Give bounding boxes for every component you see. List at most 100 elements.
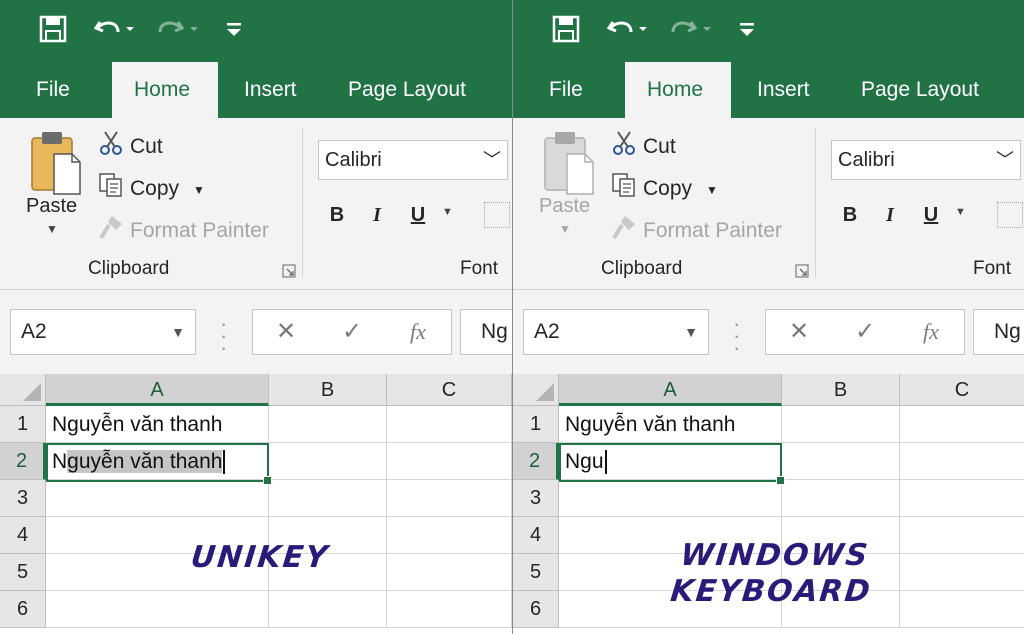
cell-c4[interactable] [900, 517, 1024, 554]
name-box-dropdown-icon[interactable]: ▼ [684, 310, 698, 354]
paste-dropdown-icon[interactable]: ▼ [559, 222, 571, 236]
bold-button[interactable]: B [835, 198, 865, 232]
underline-button[interactable]: U [403, 198, 433, 232]
clipboard-launcher-icon[interactable] [282, 264, 296, 278]
cancel-icon[interactable]: ✕ [261, 310, 311, 354]
cell-c1[interactable] [387, 406, 512, 443]
tab-insert[interactable]: Insert [735, 62, 832, 118]
row-header-5[interactable]: 5 [0, 554, 46, 591]
borders-icon[interactable] [997, 202, 1023, 228]
customize-toolbar-icon[interactable] [737, 14, 757, 48]
row-header-1[interactable]: 1 [513, 406, 559, 443]
cell-c3[interactable] [387, 480, 512, 517]
save-icon[interactable] [551, 14, 581, 48]
cell-b3[interactable] [269, 480, 387, 517]
row-header-4[interactable]: 4 [513, 517, 559, 554]
save-icon[interactable] [38, 14, 68, 48]
insert-function-icon[interactable]: fx [393, 310, 443, 354]
copy-button[interactable]: Copy ▼ [98, 172, 205, 202]
cell-c2[interactable] [900, 443, 1024, 480]
paste-icon[interactable] [28, 130, 84, 198]
cell-c5[interactable] [900, 554, 1024, 591]
undo-icon[interactable] [92, 14, 136, 48]
cell-b2[interactable] [782, 443, 900, 480]
select-all-button[interactable] [0, 374, 46, 406]
font-name-select[interactable]: Calibri ﹀ [318, 140, 508, 180]
row-header-4[interactable]: 4 [0, 517, 46, 554]
copy-dropdown-icon[interactable]: ▼ [706, 183, 718, 197]
customize-toolbar-icon[interactable] [224, 14, 244, 48]
fill-handle[interactable] [776, 476, 785, 485]
cell-a6[interactable] [46, 591, 269, 628]
cancel-icon[interactable]: ✕ [774, 310, 824, 354]
row-header-2[interactable]: 2 [0, 443, 46, 480]
paste-dropdown-icon[interactable]: ▼ [46, 222, 58, 236]
undo-icon[interactable] [605, 14, 649, 48]
row-header-6[interactable]: 6 [0, 591, 46, 628]
italic-button[interactable]: I [362, 198, 392, 232]
format-painter-button[interactable]: Format Painter [98, 214, 269, 244]
cell-a1[interactable]: Nguyễn văn thanh [46, 406, 269, 443]
row-header-3[interactable]: 3 [0, 480, 46, 517]
paste-button[interactable]: Paste [539, 195, 590, 218]
column-header-b[interactable]: B [269, 374, 387, 406]
cell-c4[interactable] [387, 517, 512, 554]
formula-input[interactable]: Ng [460, 309, 512, 355]
underline-dropdown-icon[interactable]: ▼ [442, 206, 453, 218]
tab-page-layout[interactable]: Page Layout [839, 62, 1001, 118]
copy-dropdown-icon[interactable]: ▼ [193, 183, 205, 197]
column-header-a[interactable]: A [46, 374, 269, 406]
column-header-c[interactable]: C [387, 374, 512, 406]
formula-input[interactable]: Ng [973, 309, 1024, 355]
cell-a1[interactable]: Nguyễn văn thanh [559, 406, 782, 443]
cell-c6[interactable] [387, 591, 512, 628]
bold-button[interactable]: B [322, 198, 352, 232]
select-all-button[interactable] [513, 374, 559, 406]
cell-c1[interactable] [900, 406, 1024, 443]
font-name-select[interactable]: Calibri ﹀ [831, 140, 1021, 180]
name-box[interactable]: A2 ▼ [523, 309, 709, 355]
redo-icon[interactable] [156, 14, 200, 48]
cell-b1[interactable] [269, 406, 387, 443]
underline-dropdown-icon[interactable]: ▼ [955, 206, 966, 218]
column-header-a[interactable]: A [559, 374, 782, 406]
tab-insert[interactable]: Insert [222, 62, 319, 118]
paste-button[interactable]: Paste [26, 195, 77, 218]
cell-c5[interactable] [387, 554, 512, 591]
row-header-1[interactable]: 1 [0, 406, 46, 443]
italic-button[interactable]: I [875, 198, 905, 232]
underline-button[interactable]: U [916, 198, 946, 232]
cell-b1[interactable] [782, 406, 900, 443]
cut-button[interactable]: Cut [611, 130, 676, 160]
formula-bar-grip-icon[interactable]: · · · [220, 313, 227, 359]
tab-file[interactable]: File [14, 62, 92, 118]
enter-icon[interactable]: ✓ [840, 310, 890, 354]
redo-icon[interactable] [669, 14, 713, 48]
cut-button[interactable]: Cut [98, 130, 163, 160]
fill-handle[interactable] [263, 476, 272, 485]
format-painter-button[interactable]: Format Painter [611, 214, 782, 244]
column-header-c[interactable]: C [900, 374, 1024, 406]
clipboard-launcher-icon[interactable] [795, 264, 809, 278]
enter-icon[interactable]: ✓ [327, 310, 377, 354]
tab-home[interactable]: Home [625, 62, 731, 118]
tab-page-layout[interactable]: Page Layout [326, 62, 488, 118]
cell-b2[interactable] [269, 443, 387, 480]
cell-b3[interactable] [782, 480, 900, 517]
cell-c3[interactable] [900, 480, 1024, 517]
tab-file[interactable]: File [527, 62, 605, 118]
cell-a3[interactable] [46, 480, 269, 517]
row-header-3[interactable]: 3 [513, 480, 559, 517]
copy-button[interactable]: Copy ▼ [611, 172, 718, 202]
tab-home[interactable]: Home [112, 62, 218, 118]
cell-c2[interactable] [387, 443, 512, 480]
name-box[interactable]: A2 ▼ [10, 309, 196, 355]
formula-bar-grip-icon[interactable]: · · · [733, 313, 740, 359]
cell-c6[interactable] [900, 591, 1024, 628]
cell-b6[interactable] [269, 591, 387, 628]
column-header-b[interactable]: B [782, 374, 900, 406]
name-box-dropdown-icon[interactable]: ▼ [171, 310, 185, 354]
borders-icon[interactable] [484, 202, 510, 228]
insert-function-icon[interactable]: fx [906, 310, 956, 354]
row-header-5[interactable]: 5 [513, 554, 559, 591]
